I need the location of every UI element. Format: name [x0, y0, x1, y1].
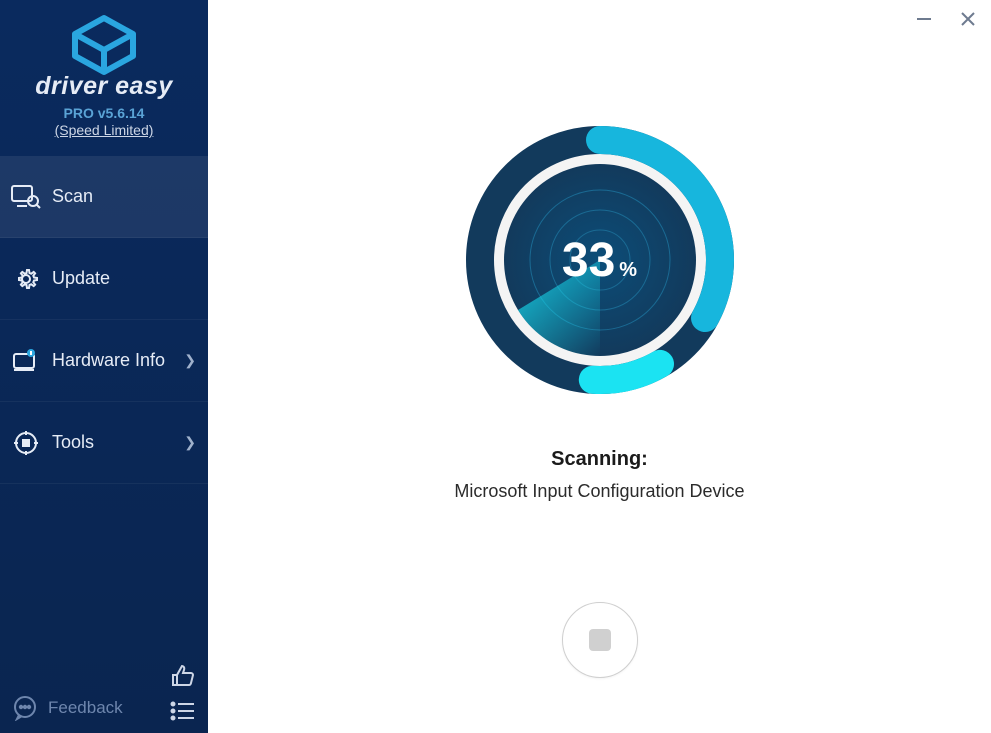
main-content: 33 % Scanning: Microsoft Input Configura… — [208, 0, 991, 733]
brand-name: driver easy — [0, 72, 208, 101]
sidebar-nav: Scan Update — [0, 156, 208, 484]
sidebar-item-label: Tools — [52, 432, 94, 453]
minimize-button[interactable] — [911, 6, 937, 32]
sidebar-item-scan[interactable]: Scan — [0, 156, 208, 238]
sidebar: driver easy PRO v5.6.14 (Speed Limited) … — [0, 0, 208, 733]
app-logo-icon — [67, 14, 141, 76]
gear-icon — [10, 263, 42, 295]
progress-unit: % — [619, 259, 637, 282]
version-label: PRO v5.6.14 — [0, 105, 208, 121]
sidebar-item-label: Hardware Info — [52, 350, 165, 371]
close-button[interactable] — [955, 6, 981, 32]
progress-ring: 33 % — [460, 120, 740, 400]
stop-icon — [589, 629, 611, 651]
logo-area: driver easy PRO v5.6.14 (Speed Limited) — [0, 0, 208, 144]
sidebar-item-hardware-info[interactable]: Hardware Info ❯ — [0, 320, 208, 402]
list-icon[interactable] — [170, 701, 196, 721]
sidebar-footer: Feedback — [0, 655, 208, 733]
chat-icon — [12, 695, 38, 721]
progress-number: 33 — [562, 233, 615, 288]
sidebar-item-label: Scan — [52, 186, 93, 207]
hardware-info-icon — [10, 345, 42, 377]
scan-current-device: Microsoft Input Configuration Device — [454, 481, 744, 502]
tools-icon — [10, 427, 42, 459]
app-window: driver easy PRO v5.6.14 (Speed Limited) … — [0, 0, 991, 733]
scan-status-label: Scanning: — [551, 448, 648, 471]
sidebar-item-tools[interactable]: Tools ❯ — [0, 402, 208, 484]
chevron-right-icon: ❯ — [184, 352, 196, 369]
feedback-label: Feedback — [48, 698, 123, 718]
stop-scan-button[interactable] — [562, 602, 638, 678]
scan-area: 33 % Scanning: Microsoft Input Configura… — [208, 0, 991, 733]
feedback-button[interactable]: Feedback — [12, 695, 123, 721]
window-controls — [911, 6, 981, 32]
chevron-right-icon: ❯ — [184, 434, 196, 451]
scan-icon — [10, 181, 42, 213]
speed-limited-link[interactable]: (Speed Limited) — [0, 122, 208, 138]
sidebar-item-update[interactable]: Update — [0, 238, 208, 320]
progress-value: 33 % — [562, 233, 637, 288]
thumbs-up-icon[interactable] — [170, 663, 196, 689]
sidebar-item-label: Update — [52, 268, 110, 289]
